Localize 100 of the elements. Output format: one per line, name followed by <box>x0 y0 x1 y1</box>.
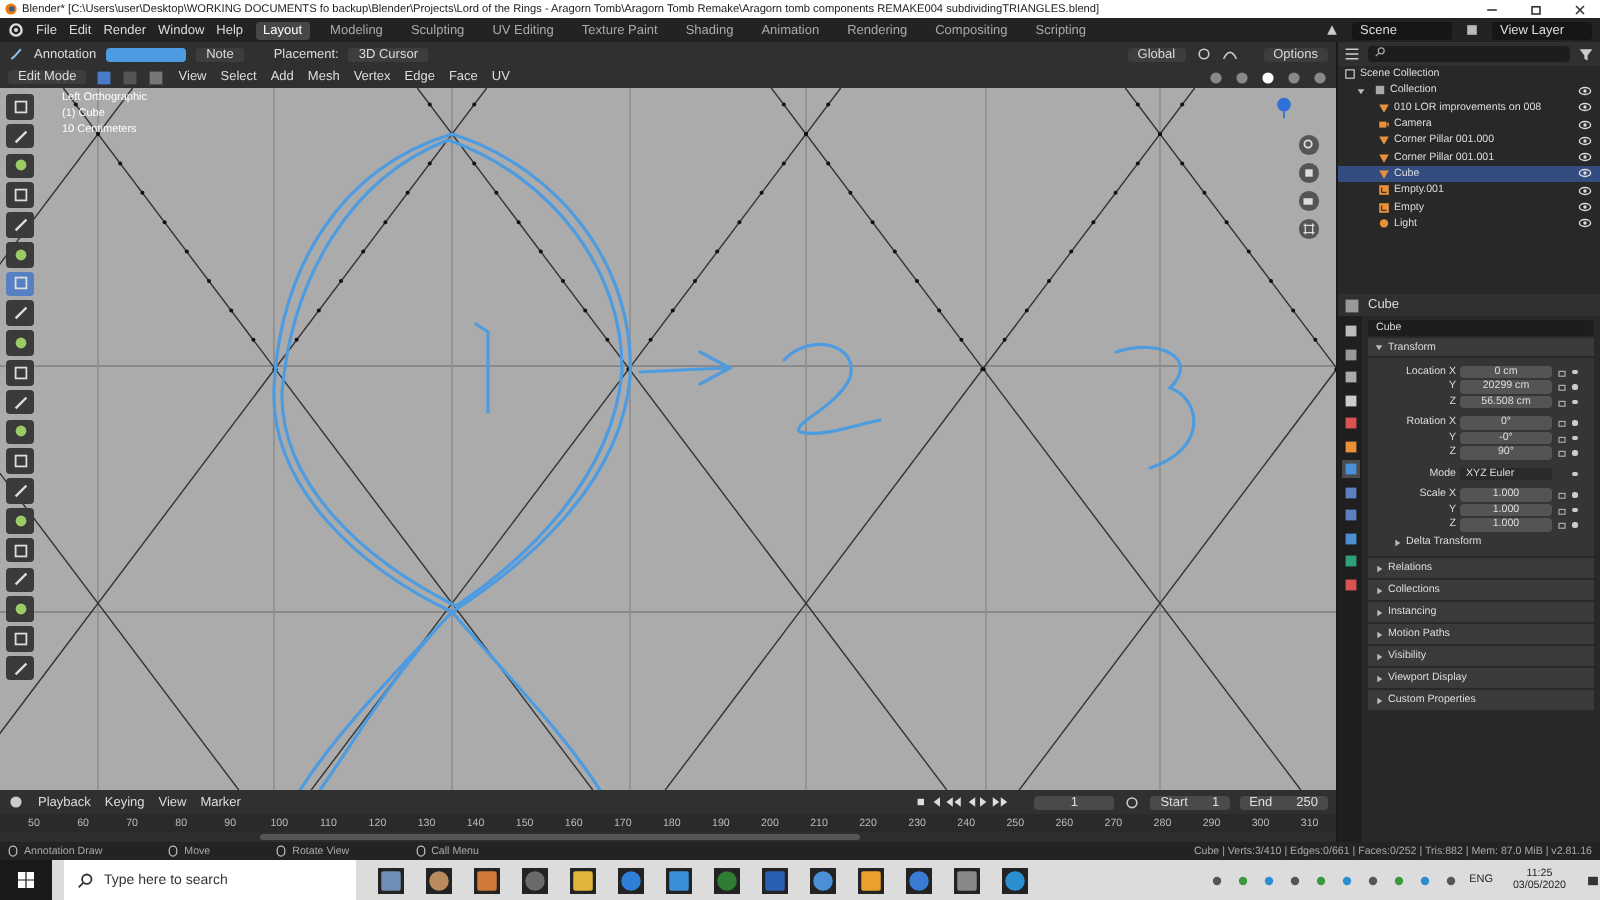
app-icon[interactable] <box>474 867 500 893</box>
editor-type-icon[interactable] <box>1344 46 1360 62</box>
eye-icon[interactable] <box>1578 216 1592 231</box>
dot-icon <box>11 156 29 175</box>
eye-icon[interactable] <box>1578 100 1592 115</box>
tool-button[interactable] <box>6 448 34 474</box>
notification-icon[interactable] <box>1586 873 1600 887</box>
tool-button[interactable] <box>6 596 34 622</box>
collection-icon <box>1374 84 1386 97</box>
keyframe-dot-icon[interactable] <box>1572 471 1577 476</box>
close-icon[interactable] <box>1572 1 1588 17</box>
timeline-scrollbar[interactable] <box>260 834 860 840</box>
app-icon[interactable] <box>810 867 836 893</box>
editor-type-icon[interactable] <box>1344 297 1360 313</box>
keyframe-dot-icon[interactable] <box>1572 450 1577 455</box>
app-icon[interactable] <box>666 867 692 893</box>
tool-button[interactable] <box>6 478 34 504</box>
app-icon[interactable] <box>1002 867 1028 893</box>
tool-button[interactable] <box>6 123 34 149</box>
keyframe-dot-icon[interactable] <box>1572 435 1577 440</box>
tool-button[interactable] <box>6 94 34 120</box>
pencil-icon[interactable] <box>8 46 24 62</box>
eye-icon[interactable] <box>1578 150 1592 165</box>
tool-button[interactable] <box>6 212 34 238</box>
app-icon[interactable] <box>906 867 932 893</box>
filter-icon[interactable] <box>1578 46 1594 62</box>
tool-button[interactable] <box>6 419 34 445</box>
layers-icon[interactable] <box>1464 22 1480 38</box>
scene-icon[interactable] <box>1324 22 1340 38</box>
keyframe-dot-icon[interactable] <box>1572 420 1577 425</box>
keyframe-dot-icon[interactable] <box>1572 507 1577 512</box>
app-icon[interactable] <box>618 867 644 893</box>
expand-arrow-icon[interactable] <box>1356 85 1366 96</box>
zoom-icon[interactable] <box>1298 134 1320 156</box>
tool-button[interactable] <box>6 567 34 593</box>
face-select-icon[interactable] <box>148 69 165 85</box>
mouse-icon <box>276 844 287 858</box>
expand-arrow-icon[interactable] <box>1374 651 1384 661</box>
collection-icon <box>1344 68 1356 81</box>
axes-icon <box>1378 184 1390 197</box>
search-icon <box>76 871 94 889</box>
app-icon[interactable] <box>762 867 788 893</box>
app-icon[interactable] <box>858 867 884 893</box>
color-swatch[interactable] <box>106 47 187 61</box>
eye-icon[interactable] <box>1578 200 1592 215</box>
square-icon <box>11 541 29 560</box>
windows-start-icon[interactable] <box>0 860 52 900</box>
restore-icon[interactable] <box>1528 1 1544 17</box>
stopwatch-icon[interactable] <box>1124 794 1141 810</box>
tool-button[interactable] <box>6 182 34 208</box>
app-icon[interactable] <box>522 867 548 893</box>
axes-icon <box>1378 201 1390 214</box>
tool-button[interactable] <box>6 537 34 563</box>
snap-icon[interactable] <box>1195 46 1212 62</box>
app-icon[interactable] <box>954 867 980 893</box>
tool-button[interactable] <box>6 153 34 179</box>
line-icon <box>11 393 29 412</box>
search-field[interactable] <box>1368 46 1570 62</box>
tool-button[interactable] <box>6 507 34 534</box>
expand-arrow-icon[interactable] <box>1374 629 1384 639</box>
eye-icon[interactable] <box>1578 133 1592 148</box>
tool-button[interactable] <box>6 330 34 356</box>
vertex-select-icon[interactable] <box>96 69 113 85</box>
square-icon <box>11 97 29 116</box>
eye-icon[interactable] <box>1578 166 1592 181</box>
keyframe-dot-icon[interactable] <box>1572 522 1577 527</box>
expand-arrow-icon[interactable] <box>1374 673 1384 683</box>
mouse-icon <box>8 844 18 858</box>
tool-button[interactable] <box>6 655 34 681</box>
eye-icon[interactable] <box>1578 183 1592 198</box>
expand-arrow-icon[interactable] <box>1392 537 1402 547</box>
tool-button[interactable] <box>6 626 34 652</box>
eye-icon[interactable] <box>1578 83 1592 98</box>
expand-arrow-icon[interactable] <box>1374 585 1384 595</box>
app-icon[interactable] <box>714 867 740 893</box>
app-icon[interactable] <box>426 867 452 893</box>
keyframe-dot-icon[interactable] <box>1572 384 1577 389</box>
tool-button[interactable] <box>6 241 34 267</box>
line-icon <box>11 481 29 500</box>
dot-icon <box>11 422 29 441</box>
grid-icon[interactable] <box>1298 218 1320 240</box>
expand-arrow-icon[interactable] <box>1374 563 1384 573</box>
app-icon[interactable] <box>378 867 404 893</box>
app-icon[interactable] <box>570 867 596 893</box>
line-icon <box>11 659 29 678</box>
eye-icon[interactable] <box>1578 117 1592 132</box>
keyframe-dot-icon[interactable] <box>1572 369 1577 374</box>
expand-arrow-icon[interactable] <box>1374 607 1384 617</box>
line-icon <box>11 570 29 589</box>
keyframe-dot-icon[interactable] <box>1572 399 1577 404</box>
clock-icon[interactable] <box>8 794 24 810</box>
keyframe-dot-icon[interactable] <box>1572 492 1577 497</box>
tool-button[interactable] <box>6 360 34 386</box>
tool-button[interactable] <box>6 300 34 327</box>
tool-button[interactable] <box>6 389 34 415</box>
proportional-icon[interactable] <box>1221 46 1238 62</box>
camera-icon[interactable] <box>1298 190 1320 212</box>
square-icon <box>11 274 29 293</box>
expand-arrow-icon[interactable] <box>1374 695 1384 705</box>
expand-arrow-icon[interactable] <box>1374 342 1384 352</box>
